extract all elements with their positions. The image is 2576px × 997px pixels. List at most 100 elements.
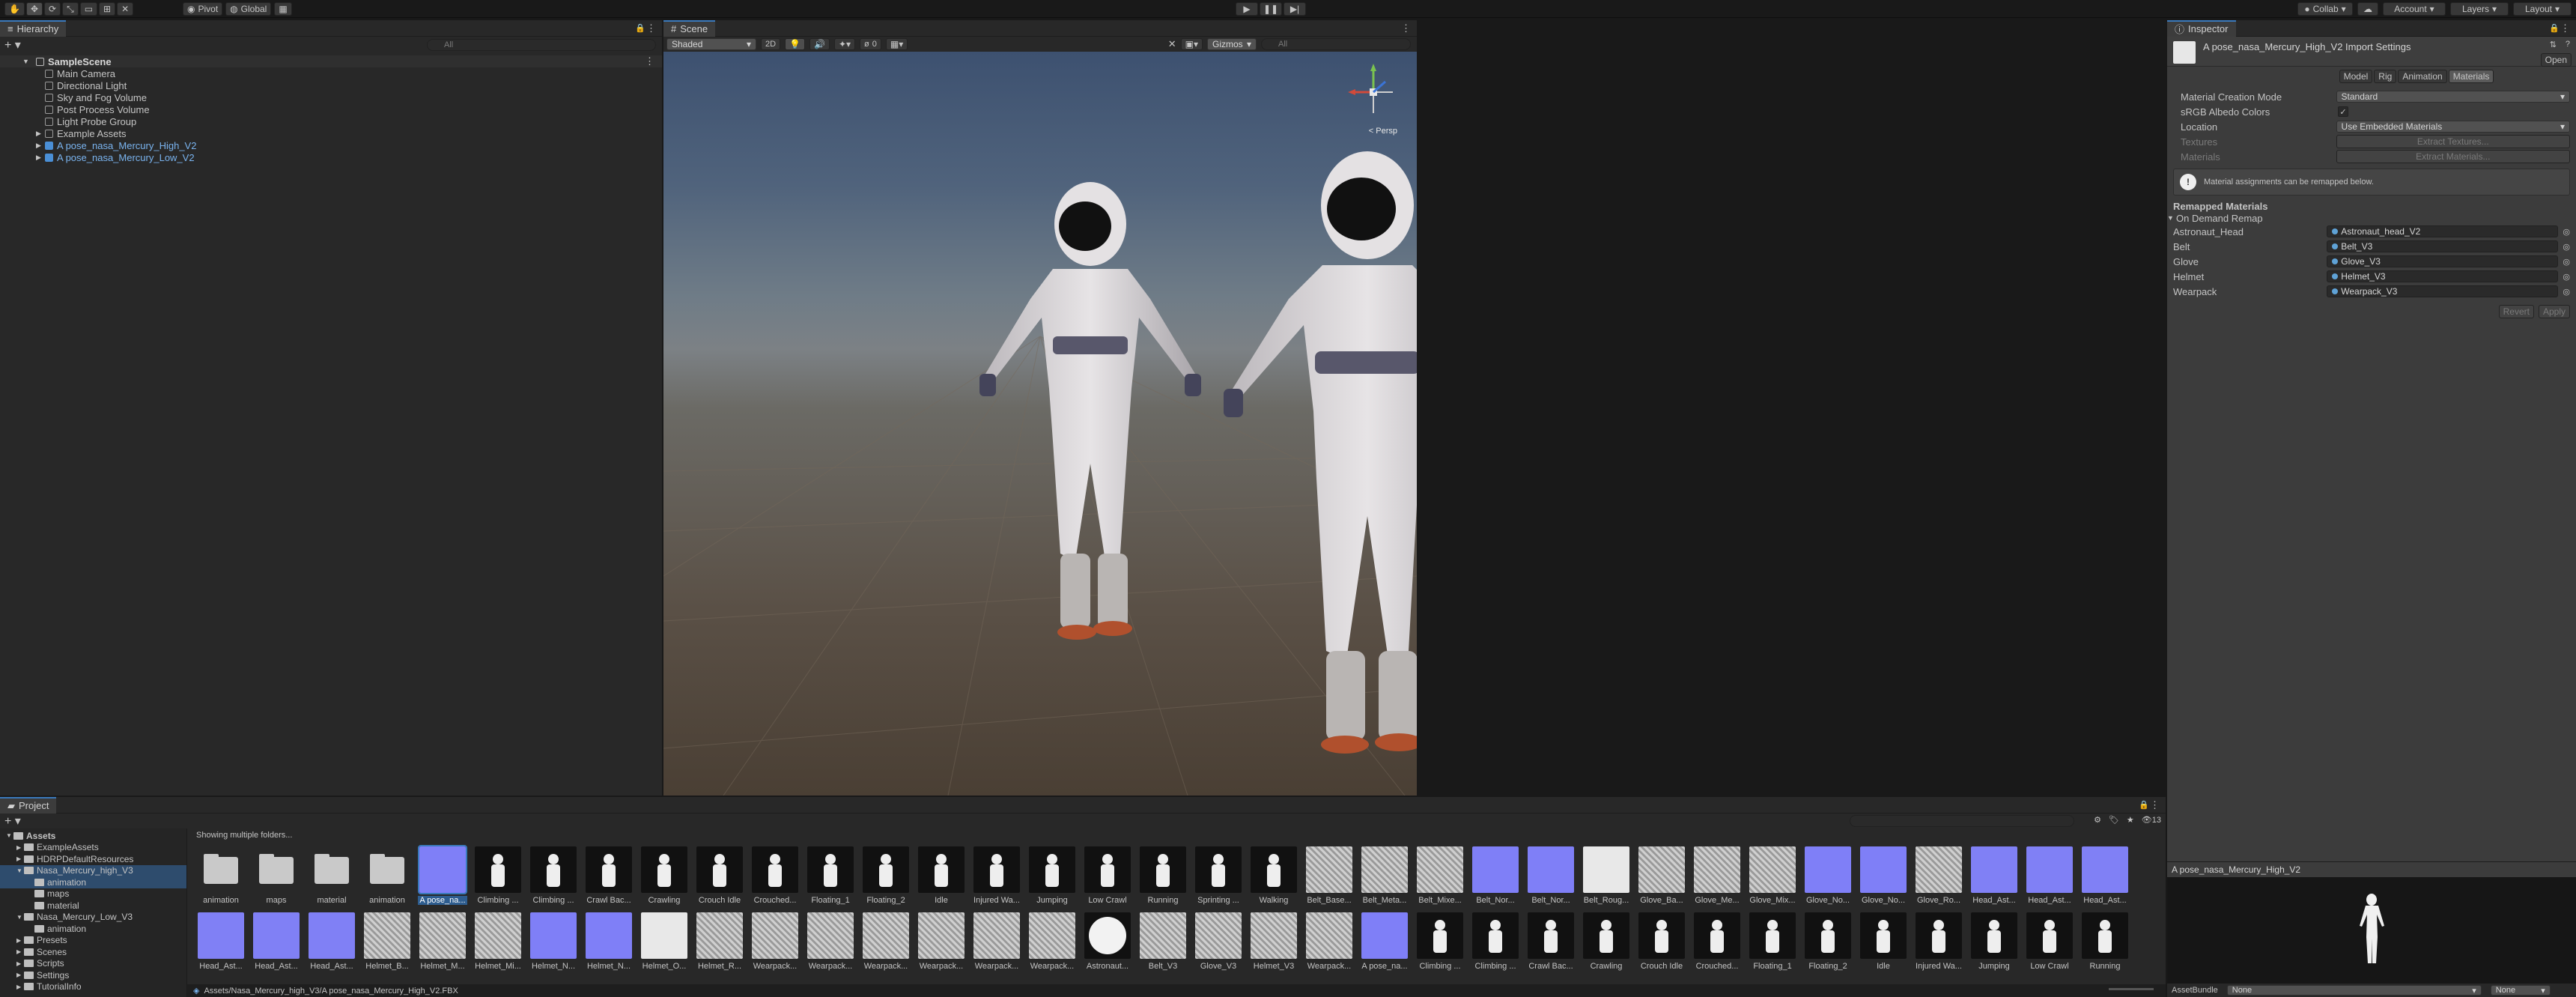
- remap-material-field[interactable]: Belt_V3: [2327, 240, 2559, 252]
- asset-item[interactable]: A pose_na...: [418, 845, 467, 912]
- asset-item[interactable]: Crawling: [1582, 912, 1631, 978]
- tab-project[interactable]: ▰ Project: [0, 796, 57, 813]
- asset-item[interactable]: Astronaut...: [1083, 912, 1132, 978]
- scale-tool-icon[interactable]: ⤡: [62, 2, 79, 16]
- pivot-toggle[interactable]: ◉ Pivot: [183, 2, 223, 16]
- folder-tree-item[interactable]: animation: [0, 876, 186, 888]
- asset-item[interactable]: Idle: [917, 846, 966, 912]
- apply-button[interactable]: Apply: [2538, 305, 2570, 318]
- hierarchy-item[interactable]: ▶ A pose_nasa_Mercury_High_V2: [0, 139, 662, 151]
- object-picker-icon[interactable]: ◎: [2563, 227, 2570, 237]
- lighting-toggle-icon[interactable]: 💡: [785, 38, 806, 50]
- folder-tree-item[interactable]: ▼ Assets: [0, 830, 186, 842]
- asset-item[interactable]: Belt_Base...: [1304, 846, 1354, 912]
- asset-bundle-dropdown[interactable]: None ▾: [2226, 985, 2482, 996]
- more-menu-icon[interactable]: ⋮: [645, 55, 654, 67]
- asset-item[interactable]: Floating_2: [1803, 912, 1853, 978]
- remap-material-field[interactable]: Wearpack_V3: [2327, 285, 2559, 297]
- expand-arrow-icon[interactable]: ▶: [16, 937, 24, 944]
- folder-tree-item[interactable]: ▼ Nasa_Mercury_high_V3: [0, 864, 186, 876]
- folder-tree-item[interactable]: ▶ ExampleAssets: [0, 842, 186, 854]
- step-button[interactable]: ▶|: [1284, 2, 1306, 16]
- asset-item[interactable]: Running: [1138, 846, 1188, 912]
- asset-item[interactable]: Sprinting ...: [1194, 846, 1243, 912]
- 2d-toggle[interactable]: 2D: [761, 38, 781, 50]
- tools-icon[interactable]: ✕: [1168, 38, 1176, 50]
- hierarchy-item[interactable]: Light Probe Group: [0, 115, 662, 127]
- tab-materials[interactable]: Materials: [2448, 70, 2494, 83]
- asset-variant-dropdown[interactable]: None ▾: [2490, 985, 2551, 996]
- folder-tree-item[interactable]: ▶ Scripts: [0, 958, 186, 970]
- asset-item[interactable]: Helmet_Mi...: [473, 912, 523, 978]
- object-picker-icon[interactable]: ◎: [2563, 287, 2570, 297]
- remap-material-field[interactable]: Glove_V3: [2327, 255, 2559, 267]
- asset-item[interactable]: Head_Ast...: [2025, 846, 2074, 912]
- asset-item[interactable]: Floating_2: [861, 846, 911, 912]
- asset-item[interactable]: Injured Wa...: [972, 846, 1021, 912]
- asset-item[interactable]: Belt_Nor...: [1526, 846, 1576, 912]
- expand-arrow-icon[interactable]: ▶: [36, 154, 45, 162]
- grid-toggle-icon[interactable]: ▦▾: [885, 38, 908, 50]
- asset-item[interactable]: Glove_No...: [1859, 846, 1908, 912]
- expand-arrow-icon[interactable]: ▼: [16, 914, 24, 921]
- asset-item[interactable]: Wearpack...: [806, 912, 855, 978]
- hierarchy-item[interactable]: Post Process Volume: [0, 103, 662, 115]
- asset-item[interactable]: Head_Ast...: [196, 912, 246, 978]
- expand-arrow-icon[interactable]: ▼: [16, 867, 24, 874]
- expand-arrow-icon[interactable]: ▶: [36, 130, 45, 138]
- remap-material-field[interactable]: Astronaut_head_V2: [2327, 225, 2559, 237]
- asset-item[interactable]: Jumping: [1969, 912, 2019, 978]
- lock-icon[interactable]: 🔒: [635, 23, 645, 33]
- transform-tool-icon[interactable]: ⊞: [99, 2, 116, 16]
- asset-item[interactable]: Glove_Ro...: [1914, 846, 1963, 912]
- hierarchy-item[interactable]: Main Camera: [0, 67, 662, 79]
- preset-icon[interactable]: ⇅: [2550, 40, 2557, 49]
- tab-rig[interactable]: Rig: [2374, 70, 2397, 83]
- filter-type-icon[interactable]: ⚙: [2094, 815, 2101, 825]
- more-menu-icon[interactable]: ⋮: [2150, 799, 2160, 811]
- more-menu-icon[interactable]: ⋮: [1401, 22, 1411, 34]
- project-search-input[interactable]: [1850, 815, 2074, 827]
- asset-item[interactable]: Low Crawl: [1083, 846, 1132, 912]
- hidden-objects-toggle[interactable]: ø0: [860, 38, 881, 50]
- asset-item[interactable]: Wearpack...: [917, 912, 966, 978]
- folder-tree-item[interactable]: animation: [0, 923, 186, 935]
- asset-item[interactable]: Climbing ...: [529, 846, 578, 912]
- astronaut-high-model[interactable]: [1143, 127, 1417, 763]
- asset-item[interactable]: animation: [196, 846, 246, 912]
- folder-tree-item[interactable]: ▶ Presets: [0, 935, 186, 947]
- asset-item[interactable]: Glove_No...: [1803, 846, 1853, 912]
- object-picker-icon[interactable]: ◎: [2563, 257, 2570, 267]
- folder-tree-item[interactable]: material: [0, 900, 186, 912]
- asset-item[interactable]: Crouch Idle: [1637, 912, 1686, 978]
- global-toggle[interactable]: ◍ Global: [225, 2, 272, 16]
- hierarchy-item[interactable]: Sky and Fog Volume: [0, 91, 662, 103]
- add-icon[interactable]: + ▾: [4, 813, 21, 828]
- asset-item[interactable]: Crouched...: [750, 846, 800, 912]
- expand-arrow-icon[interactable]: ▶: [36, 142, 45, 150]
- orientation-gizmo[interactable]: [1343, 62, 1403, 122]
- help-icon[interactable]: ?: [2566, 40, 2570, 49]
- tab-model[interactable]: Model: [2339, 70, 2373, 83]
- asset-item[interactable]: Running: [2080, 912, 2130, 978]
- asset-item[interactable]: Helmet_N...: [529, 912, 578, 978]
- hierarchy-item[interactable]: ▶ A pose_nasa_Mercury_Low_V2: [0, 151, 662, 163]
- remap-material-field[interactable]: Helmet_V3: [2327, 270, 2559, 282]
- asset-item[interactable]: Helmet_R...: [695, 912, 744, 978]
- cloud-button[interactable]: ☁: [2357, 2, 2378, 16]
- asset-item[interactable]: Glove_Mix...: [1748, 846, 1797, 912]
- asset-item[interactable]: material: [307, 846, 356, 912]
- move-tool-icon[interactable]: ✥: [25, 2, 43, 16]
- asset-item[interactable]: Idle: [1859, 912, 1908, 978]
- pause-button[interactable]: ❚❚: [1260, 2, 1282, 16]
- expand-arrow-icon[interactable]: ▼: [6, 832, 13, 839]
- hierarchy-item[interactable]: ▶ Example Assets: [0, 127, 662, 139]
- asset-item[interactable]: Low Crawl: [2025, 912, 2074, 978]
- hand-tool-icon[interactable]: ✋: [4, 2, 25, 16]
- asset-item[interactable]: Wearpack...: [972, 912, 1021, 978]
- hierarchy-item[interactable]: Directional Light: [0, 79, 662, 91]
- object-picker-icon[interactable]: ◎: [2563, 242, 2570, 252]
- account-dropdown[interactable]: Account ▾: [2383, 2, 2446, 16]
- on-demand-remap-foldout[interactable]: ▼ On Demand Remap: [2167, 212, 2570, 224]
- gizmos-dropdown[interactable]: Gizmos ▾: [1207, 38, 1257, 50]
